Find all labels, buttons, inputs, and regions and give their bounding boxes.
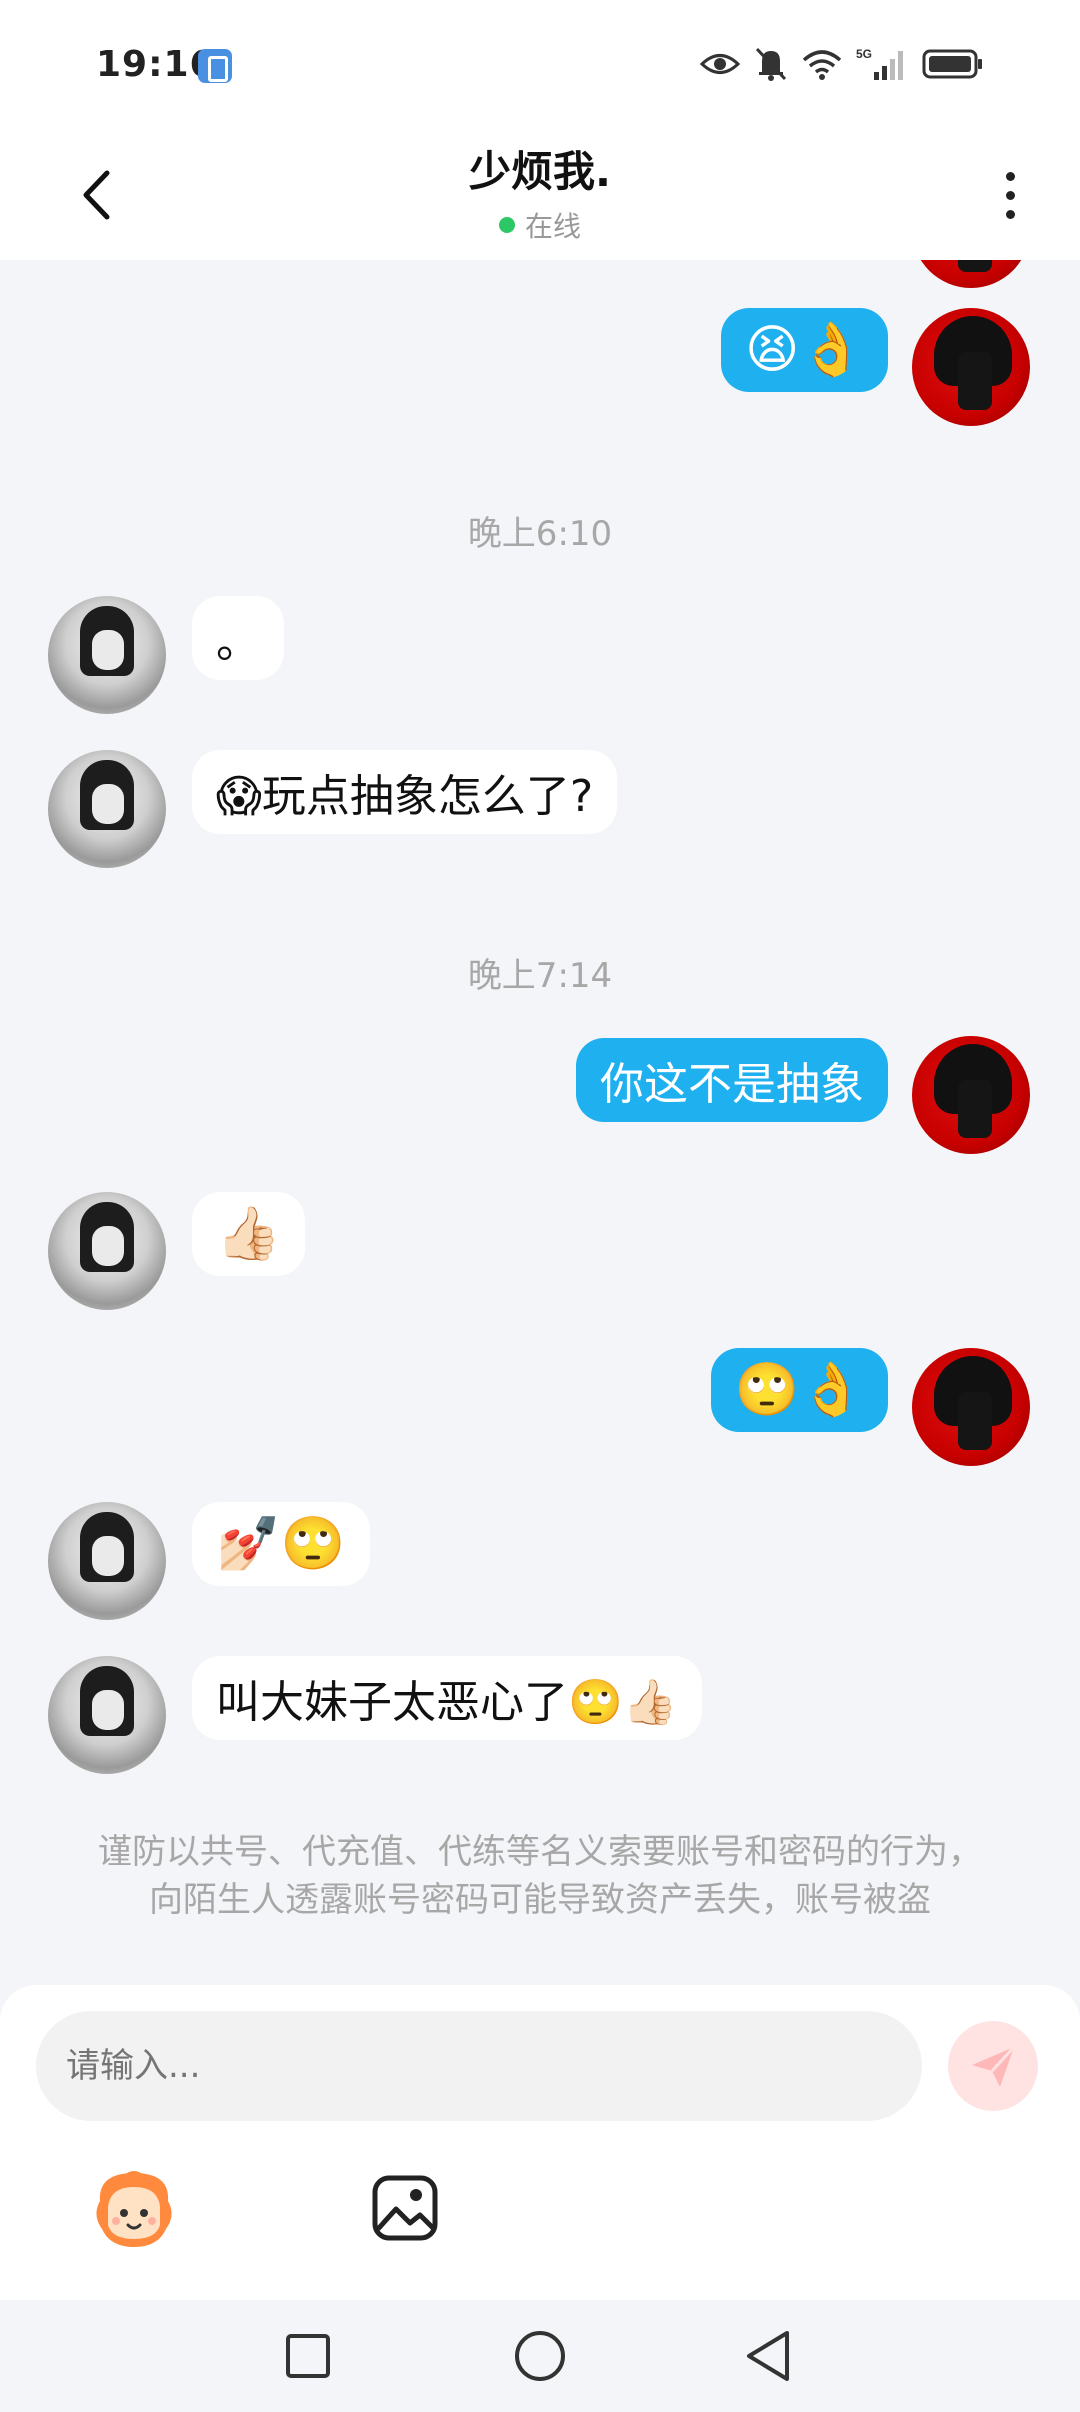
contact-avatar[interactable] — [48, 750, 166, 868]
message-bubble-outgoing[interactable]: 😫👌 — [721, 308, 888, 392]
my-avatar[interactable] — [912, 1036, 1030, 1154]
recents-square-icon — [286, 2334, 330, 2378]
chat-header: 少烦我. 在线 — [0, 130, 1080, 260]
message-bubble-incoming[interactable]: 👍🏻 — [192, 1192, 305, 1276]
contact-avatar[interactable] — [48, 596, 166, 714]
message-text: 。 — [216, 617, 260, 668]
back-triangle-icon — [747, 2331, 789, 2381]
online-status: 在线 — [0, 205, 1080, 245]
more-options-button[interactable] — [990, 160, 1030, 230]
contact-avatar[interactable] — [48, 1656, 166, 1774]
network-label: 5G — [856, 47, 872, 61]
online-dot-icon — [498, 217, 515, 233]
message-input[interactable] — [36, 2011, 922, 2121]
message-list[interactable]: 😫👌 晚上6:10 。 😱玩点抽象怎么了? 晚上7:14 你这不是抽象 👍🏻 🙄… — [0, 260, 1080, 1985]
sticker-button[interactable] — [88, 2163, 180, 2255]
message-bubble-incoming[interactable]: 叫大妹子太恶心了🙄👍🏻 — [192, 1656, 702, 1740]
contact-avatar[interactable] — [48, 1502, 166, 1620]
message-text: 🙄👌 — [734, 1360, 865, 1420]
message-bubble-incoming[interactable]: 💅🏻🙄 — [192, 1502, 370, 1586]
home-button[interactable] — [504, 2320, 576, 2392]
message-text: 😱玩点抽象怎么了? — [216, 771, 594, 822]
message-text: 叫大妹子太恶心了🙄👍🏻 — [216, 1677, 678, 1728]
home-circle-icon — [515, 2331, 565, 2381]
message-text: 💅🏻🙄 — [216, 1514, 346, 1574]
my-avatar[interactable] — [912, 308, 1030, 426]
message-text: 你这不是抽象 — [600, 1059, 864, 1110]
signal-icon: 5G — [856, 47, 903, 80]
composer-panel — [0, 1985, 1080, 2300]
message-bubble-outgoing[interactable]: 🙄👌 — [710, 1348, 888, 1432]
system-icons: 5G — [700, 46, 984, 82]
more-vertical-icon — [1005, 171, 1015, 181]
eye-icon — [700, 54, 740, 74]
image-button[interactable] — [370, 2173, 440, 2243]
contact-avatar[interactable] — [48, 1192, 166, 1310]
message-text: 😫👌 — [745, 320, 864, 380]
status-bar: 19:16 5G — [0, 0, 1080, 130]
send-button[interactable] — [948, 2021, 1038, 2111]
message-text: 👍🏻 — [216, 1204, 281, 1264]
my-avatar[interactable] — [912, 260, 1030, 288]
warning-line-2: 向陌生人透露账号密码可能导致资产丢失，账号被盗 — [149, 1880, 931, 1920]
online-status-label: 在线 — [524, 210, 581, 243]
system-nav-bar — [0, 2300, 1080, 2412]
timestamp: 晚上7:14 — [467, 956, 613, 996]
sim-card-icon — [198, 49, 232, 83]
back-nav-button[interactable] — [732, 2320, 804, 2392]
message-bubble-incoming[interactable]: 😱玩点抽象怎么了? — [192, 750, 618, 834]
security-warning: 谨防以共号、代充值、代练等名义索要账号和密码的行为， 向陌生人透露账号密码可能导… — [0, 1828, 1080, 1924]
contact-name: 少烦我. — [469, 147, 611, 196]
warning-line-1: 谨防以共号、代充值、代练等名义索要账号和密码的行为， — [98, 1832, 982, 1872]
recents-button[interactable] — [272, 2320, 344, 2392]
image-icon — [372, 2175, 438, 2241]
my-avatar[interactable] — [912, 1348, 1030, 1466]
message-bubble-incoming[interactable]: 。 — [192, 596, 284, 680]
sticker-icon — [96, 2171, 172, 2247]
header-title-block: 少烦我. 在线 — [0, 138, 1080, 245]
wifi-icon — [802, 50, 842, 80]
battery-icon — [922, 49, 982, 79]
send-icon — [972, 2045, 1016, 2087]
message-bubble-outgoing[interactable]: 你这不是抽象 — [576, 1038, 888, 1122]
timestamp: 晚上6:10 — [467, 514, 613, 554]
bell-mute-icon — [755, 47, 787, 81]
